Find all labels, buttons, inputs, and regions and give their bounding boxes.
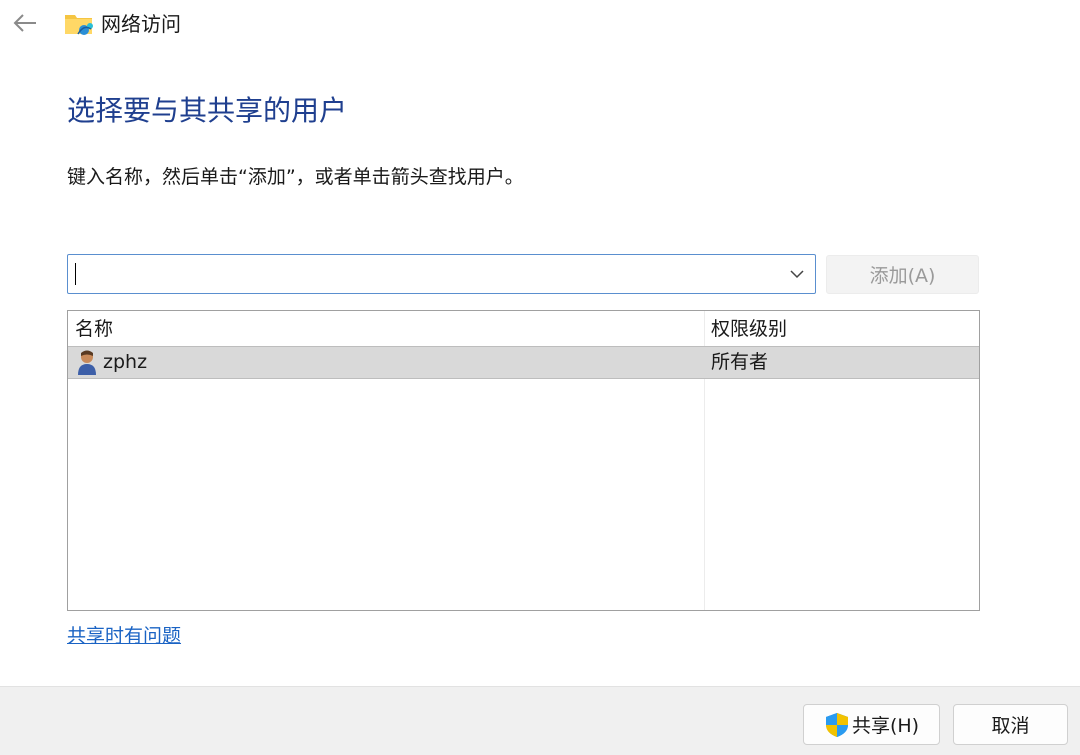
column-header-name[interactable]: 名称 xyxy=(75,316,113,342)
sharing-help-link[interactable]: 共享时有问题 xyxy=(67,622,181,650)
dialog-footer: 共享(H) 取消 xyxy=(0,686,1080,755)
permission-level-cell[interactable]: 所有者 xyxy=(711,349,768,375)
user-name-combobox[interactable] xyxy=(67,254,816,294)
user-name-input[interactable] xyxy=(72,259,772,289)
title-bar: 网络访问 xyxy=(0,0,1080,46)
list-header: 名称 权限级别 xyxy=(68,311,979,346)
share-button-label: 共享(H) xyxy=(851,715,920,737)
back-button[interactable] xyxy=(10,8,40,38)
network-folder-icon xyxy=(65,15,93,35)
column-header-permission[interactable]: 权限级别 xyxy=(711,316,787,342)
add-button[interactable]: 添加(A) xyxy=(826,255,979,294)
text-caret xyxy=(75,263,76,285)
share-button[interactable]: 共享(H) xyxy=(803,704,940,745)
back-arrow-icon xyxy=(13,14,36,32)
page-heading: 选择要与其共享的用户 xyxy=(67,94,348,127)
dropdown-button[interactable] xyxy=(783,259,811,289)
uac-shield-icon xyxy=(825,712,848,737)
user-name-cell: zphz xyxy=(103,351,148,373)
user-icon xyxy=(78,350,96,375)
instruction-text: 键入名称，然后单击“添加”，或者单击箭头查找用户。 xyxy=(67,166,524,188)
chevron-down-icon xyxy=(790,270,804,279)
list-row-user[interactable]: zphz 所有者 xyxy=(68,346,979,379)
cancel-button[interactable]: 取消 xyxy=(953,704,1068,745)
user-list[interactable]: 名称 权限级别 zphz 所有者 xyxy=(67,310,980,611)
window-title: 网络访问 xyxy=(101,12,181,36)
